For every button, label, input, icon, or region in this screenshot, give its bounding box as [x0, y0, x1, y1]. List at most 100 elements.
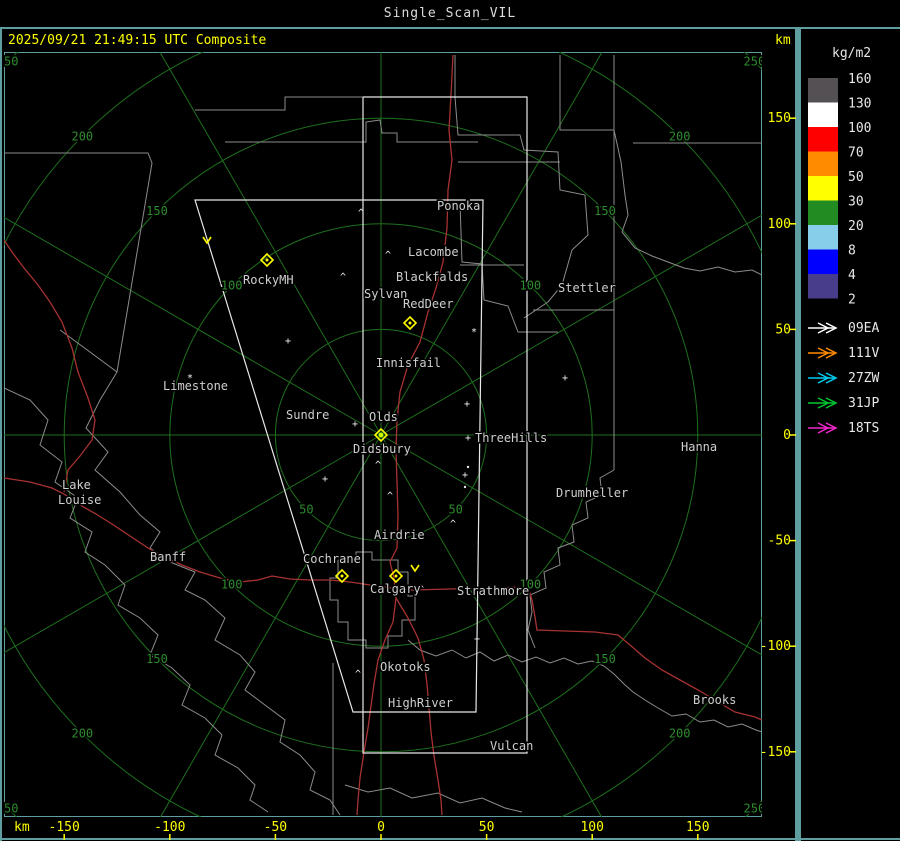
city-label: Strathmore — [457, 584, 529, 598]
legend-color-swatch — [808, 127, 838, 152]
x-axis-tick-label: -50 — [264, 820, 287, 835]
city-label: Vulcan — [490, 739, 533, 753]
y-axis-tick-label: 100 — [768, 217, 791, 232]
city-label: Louise — [58, 493, 101, 507]
y-axis-tick-label: 50 — [775, 322, 791, 337]
city-label: Hanna — [681, 440, 717, 454]
boundary-line — [344, 784, 523, 813]
city-label: Lake — [62, 478, 91, 492]
city-label: Calgary — [370, 582, 421, 596]
legend-unit-label: kg/m2 — [832, 46, 871, 61]
city-label: Limestone — [163, 379, 228, 393]
city-label: RockyMH — [243, 273, 294, 287]
radar-app-window: Single_Scan_VIL 2025/09/21 21:49:15 UTC … — [0, 0, 900, 841]
x-axis-tick-label: 100 — [580, 820, 603, 835]
city-label: Olds — [369, 410, 398, 424]
legend-color-swatch — [808, 225, 838, 250]
legend-value-label: 2 — [848, 293, 856, 308]
town-plus-marker: + — [562, 373, 568, 384]
city-label: Brooks — [693, 693, 736, 707]
city-label: RedDeer — [403, 297, 454, 311]
ring-distance-label: 100 — [221, 279, 243, 293]
legend-color-swatch — [808, 102, 838, 127]
town-dot-marker — [466, 465, 470, 469]
city-label: Lacombe — [408, 245, 459, 259]
radar-id-label: 111V — [848, 346, 879, 361]
y-axis-tick-label: -50 — [768, 534, 791, 549]
radar-id-label: 27ZW — [848, 371, 879, 386]
city-label: HighRiver — [388, 696, 453, 710]
radar-id-legend: 09EA 111V 27ZW 31JP 18TS — [808, 321, 879, 436]
map-canvas[interactable]: 50 50100 100100 100150 150150 150200 200200 200… — [0, 0, 900, 841]
town-caret-marker: ^ — [358, 208, 364, 219]
ring-distance-label: 100 — [519, 279, 541, 293]
x-axis-tick-label: -150 — [49, 820, 80, 835]
town-caret-marker: ^ — [355, 669, 361, 680]
ring-distance-label: 100 — [221, 577, 243, 591]
ring-distance-label: 50 — [448, 503, 462, 517]
town-plus-marker: + — [465, 433, 471, 444]
town-plus-marker: + — [464, 399, 470, 410]
x-axis-tick-label: 0 — [377, 820, 385, 835]
radar-pointer-check — [410, 564, 420, 573]
ring-distance-label: 150 — [146, 204, 168, 218]
legend-value-label: 100 — [848, 121, 871, 136]
city-label: Cochrane — [303, 552, 361, 566]
radar-station-dot — [265, 258, 269, 262]
radial-spoke — [4, 216, 382, 436]
y-axis-tick-label: -150 — [760, 745, 791, 760]
legend-value-label: 70 — [848, 146, 864, 161]
town-caret-marker: ^ — [450, 519, 456, 530]
x-axis-tick-label: 150 — [686, 820, 709, 835]
city-label: Banff — [150, 550, 186, 564]
radar-station-dot — [408, 321, 412, 325]
town-dot-marker — [463, 485, 467, 489]
city-label: Innisfail — [376, 356, 441, 370]
boundary-line — [407, 639, 762, 733]
city-label: Sundre — [286, 408, 329, 422]
legend-value-label: 20 — [848, 219, 864, 234]
legend-value-label: 160 — [848, 72, 871, 87]
town-plus-marker: + — [462, 470, 468, 481]
legend-color-swatch — [808, 176, 838, 201]
ring-distance-label: 200 — [669, 129, 691, 143]
city-label: Okotoks — [380, 660, 431, 674]
ring-distance-label: 200 — [71, 129, 93, 143]
city-label: Didsbury — [353, 442, 411, 456]
ring-distance-label: 250 — [0, 801, 18, 815]
x-axis-tick-label: -100 — [154, 820, 185, 835]
radar-station-dot — [340, 574, 344, 578]
ring-distance-label: 250 — [744, 55, 766, 69]
boundary-line — [4, 387, 269, 813]
town-plus-marker: + — [352, 419, 358, 430]
town-caret-marker: ^ — [340, 272, 346, 283]
city-label: Stettler — [558, 281, 616, 295]
legend-value-label: 4 — [848, 268, 856, 283]
y-axis-tick-label: 150 — [768, 111, 791, 126]
legend-value-label: 30 — [848, 195, 864, 210]
legend-color-swatch — [808, 249, 838, 274]
radar-id-label: 09EA — [848, 321, 879, 336]
city-label: Sylvan — [364, 287, 407, 301]
city-label: ThreeHills — [475, 431, 547, 445]
town-caret-marker: ^ — [387, 491, 393, 502]
ring-distance-label: 200 — [71, 727, 93, 741]
ring-distance-label: 50 — [299, 503, 313, 517]
legend-color-swatch — [808, 200, 838, 225]
boundary-line — [329, 551, 416, 649]
legend-value-label: 50 — [848, 170, 864, 185]
ring-distance-label: 150 — [594, 204, 616, 218]
radar-id-label: 31JP — [848, 396, 879, 411]
radar-station-dot — [378, 432, 384, 438]
town-plus-marker: + — [322, 474, 328, 485]
color-scale-legend: kg/m2 160 130 100 70 50 30 20 8 4 2 — [808, 46, 871, 308]
legend-value-label: 8 — [848, 244, 856, 259]
boundary-line — [195, 96, 362, 111]
legend-color-swatch — [808, 151, 838, 176]
city-label: Airdrie — [374, 528, 425, 542]
town-star-marker: * — [471, 327, 477, 338]
x-axis-unit-label: km — [14, 820, 30, 835]
radar-station-dot — [394, 574, 398, 578]
y-axis-tick-label: -100 — [760, 639, 791, 654]
ring-distance-label: 150 — [594, 652, 616, 666]
